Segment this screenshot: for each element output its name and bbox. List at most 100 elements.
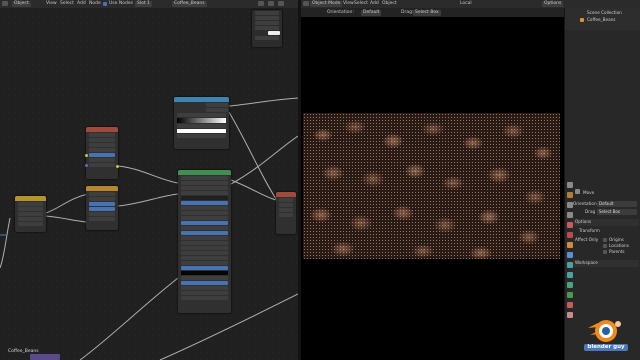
node-field[interactable] [181, 196, 228, 200]
viewport-menu-object[interactable]: Object [382, 1, 397, 7]
node-field[interactable] [206, 103, 228, 107]
node-field[interactable] [181, 261, 228, 265]
node-header[interactable] [86, 127, 118, 132]
node-field[interactable] [181, 291, 228, 295]
color-swatch[interactable] [177, 129, 226, 133]
orientation-dropdown[interactable]: Default [361, 10, 382, 16]
node-socket[interactable] [116, 165, 119, 168]
node-field[interactable] [89, 133, 115, 137]
node-field[interactable] [279, 208, 293, 212]
viewport-menu-add[interactable]: Add [370, 1, 379, 7]
data-tab-icon[interactable] [567, 292, 573, 298]
node-field[interactable] [18, 222, 43, 226]
node-field[interactable] [181, 176, 228, 180]
node-field[interactable] [181, 226, 228, 230]
transform-orientation-dropdown[interactable]: Local [460, 1, 472, 7]
node-field-selected[interactable] [181, 281, 228, 285]
node-field[interactable] [89, 158, 115, 162]
particles-tab-icon[interactable] [567, 262, 573, 268]
node-field-selected[interactable] [181, 231, 228, 235]
node-header[interactable] [178, 170, 231, 175]
frame-node-tab[interactable] [30, 354, 60, 360]
node-field[interactable] [181, 191, 228, 195]
parents-checkbox[interactable] [603, 250, 607, 254]
popup-field[interactable] [255, 21, 279, 25]
menu-node[interactable]: Node [89, 1, 101, 7]
node-field[interactable] [89, 148, 115, 152]
menu-select[interactable]: Select [60, 1, 74, 7]
node-header[interactable] [86, 186, 118, 191]
menu-add[interactable]: Add [77, 1, 86, 7]
popup-swatch[interactable] [268, 31, 280, 35]
node-header[interactable] [276, 192, 296, 197]
color-ramp-gradient[interactable] [177, 118, 226, 123]
node-field[interactable] [181, 211, 228, 215]
node-header[interactable] [15, 196, 46, 201]
node-field[interactable] [89, 143, 115, 147]
editor-mode-dropdown[interactable]: Object [12, 1, 31, 7]
node-socket[interactable] [85, 154, 88, 157]
viewport-menu-select[interactable]: Select [354, 1, 368, 7]
scene-collection-label[interactable]: Scene Collection [587, 10, 622, 16]
node-field-selected[interactable] [89, 153, 115, 157]
object-tab-icon[interactable] [567, 242, 573, 248]
menu-view[interactable]: View [46, 1, 57, 7]
snap-icon[interactable] [268, 1, 274, 6]
locations-checkbox[interactable] [603, 244, 607, 248]
world-tab-icon[interactable] [567, 232, 573, 238]
node-field[interactable] [89, 217, 115, 221]
viewport-menu-view[interactable]: View [343, 1, 354, 7]
outliner[interactable]: Scene Collection Coffee_Beans [565, 8, 640, 30]
node-field[interactable] [89, 163, 115, 167]
node-field-selected[interactable] [181, 201, 228, 205]
modifier-tab-icon[interactable] [567, 252, 573, 258]
shader-node-editor[interactable]: Coffee_Beans [0, 8, 298, 360]
node-field[interactable] [279, 198, 293, 202]
node-field[interactable] [18, 217, 43, 221]
popup-field[interactable] [255, 16, 279, 20]
node-field[interactable] [181, 216, 228, 220]
node-field[interactable] [181, 256, 228, 260]
node-field[interactable] [181, 251, 228, 255]
color-swatch[interactable] [181, 271, 228, 275]
node-field[interactable] [89, 192, 115, 196]
node-field[interactable] [177, 134, 226, 138]
node-principled-bsdf[interactable] [178, 170, 231, 313]
drag-dropdown[interactable]: Select Box [413, 10, 441, 16]
tool-tab-icon[interactable] [567, 182, 573, 188]
workspace-panel-header[interactable]: Workspace [573, 260, 639, 267]
material-slot-dropdown[interactable]: Slot 1 [135, 1, 152, 7]
node-field[interactable] [279, 203, 293, 207]
node-noise-texture[interactable] [86, 186, 118, 230]
node-field-selected[interactable] [181, 266, 228, 270]
node-field-selected[interactable] [181, 221, 228, 225]
node-field-selected[interactable] [89, 207, 115, 211]
node-field[interactable] [89, 138, 115, 142]
node-field[interactable] [89, 212, 115, 216]
node-field[interactable] [181, 236, 228, 240]
node-socket[interactable] [85, 164, 88, 167]
node-field[interactable] [206, 108, 228, 112]
overlay-icon[interactable] [278, 1, 284, 6]
node-color-ramp[interactable] [174, 97, 229, 149]
node-options-popup[interactable] [252, 10, 282, 47]
scene-tab-icon[interactable] [567, 222, 573, 228]
node-field[interactable] [181, 296, 228, 300]
node-field[interactable] [181, 181, 228, 185]
physics-tab-icon[interactable] [567, 272, 573, 278]
node-field[interactable] [18, 202, 43, 206]
drag-dropdown[interactable]: Select Box [597, 209, 637, 215]
texture-tab-icon[interactable] [567, 312, 573, 318]
origins-checkbox[interactable] [603, 238, 607, 242]
node-field[interactable] [181, 241, 228, 245]
node-field[interactable] [279, 213, 293, 217]
material-tab-icon[interactable] [567, 302, 573, 308]
node-field[interactable] [181, 246, 228, 250]
node-field[interactable] [181, 186, 228, 190]
node-field[interactable] [181, 276, 228, 280]
outliner-object-name[interactable]: Coffee_Beans [587, 17, 615, 23]
material-name-field[interactable]: Coffee_Beans [172, 1, 207, 7]
view-layer-tab-icon[interactable] [567, 212, 573, 218]
render-tab-icon[interactable] [567, 192, 573, 198]
popup-field[interactable] [255, 36, 279, 40]
